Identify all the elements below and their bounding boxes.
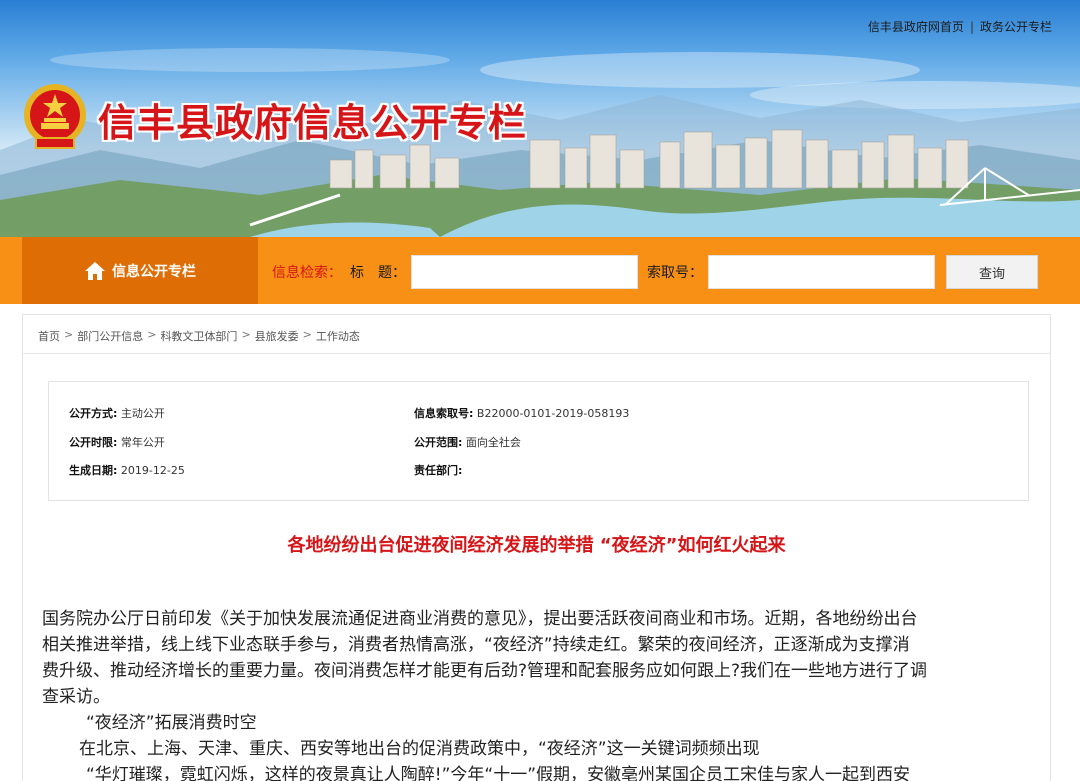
title-search-input[interactable] — [411, 255, 638, 289]
paragraph-line: 费升级、推动经济增长的重要力量。夜间消费怎样才能更有后劲?管理和配套服务应如何跟… — [42, 661, 928, 681]
paragraph-line: 相关推进举措，线上线下业态联手参与，消费者热情高涨，“夜经济”持续走红。繁荣的夜… — [42, 635, 910, 655]
breadcrumb-separator: > — [241, 328, 251, 341]
meta-disclosure-period: 公开时限: 常年公开 — [69, 436, 165, 449]
content-panel: 首页 > 部门公开信息 > 科教文卫体部门 > 县旅发委 > 工作动态 公开方式… — [22, 314, 1051, 781]
title-label: 标 题： — [350, 265, 406, 281]
national-emblem-icon — [24, 84, 86, 149]
breadcrumb-work-news[interactable]: 工作动态 — [316, 328, 360, 353]
paragraph-line: 查采访。 — [42, 687, 110, 707]
breadcrumb-separator: > — [302, 328, 312, 341]
breadcrumb: 首页 > 部门公开信息 > 科教文卫体部门 > 县旅发委 > 工作动态 — [23, 315, 1050, 354]
paragraph-line: 国务院办公厅日前印发《关于加快发展流通促进商业消费的意见》，提出要活跃夜间商业和… — [42, 609, 918, 629]
breadcrumb-home[interactable]: 首页 — [38, 328, 60, 353]
meta-date: 生成日期: 2019-12-25 — [69, 464, 185, 477]
navbar: 信息公开专栏 信息检索： 标 题： 索取号： 查询 — [0, 237, 1080, 304]
nav-home-tab[interactable]: 信息公开专栏 — [22, 237, 258, 304]
top-links: 信丰县政府网首页 | 政务公开专栏 — [868, 18, 1052, 35]
meta-disclosure-scope: 公开范围: 面向全社会 — [414, 436, 521, 449]
article-title: 各地纷纷出台促进夜间经济发展的举措 “夜经济”如何红火起来 — [287, 535, 786, 556]
top-link-separator: | — [969, 19, 974, 34]
breadcrumb-separator: > — [147, 328, 157, 341]
paragraph-line: 在北京、上海、天津、重庆、西安等地出台的促消费政策中，“夜经济”这一关键词频频出… — [79, 739, 760, 759]
breadcrumb-education-dept[interactable]: 科教文卫体部门 — [160, 328, 237, 353]
nav-home-label: 信息公开专栏 — [112, 263, 196, 280]
meta-index-no: 信息索取号: B22000-0101-2019-058193 — [414, 407, 630, 420]
meta-dept: 责任部门: — [414, 464, 463, 477]
site-title: 信丰县政府信息公开专栏 — [98, 101, 528, 145]
meta-disclosure-method: 公开方式: 主动公开 — [69, 407, 165, 420]
search-button[interactable]: 查询 — [946, 255, 1038, 289]
metadata-box: 公开方式: 主动公开 信息索取号: B22000-0101-2019-05819… — [48, 381, 1029, 501]
code-label: 索取号： — [647, 265, 703, 281]
home-icon — [85, 261, 105, 280]
code-search-input[interactable] — [708, 255, 935, 289]
breadcrumb-separator: > — [64, 328, 74, 341]
breadcrumb-tourism-committee[interactable]: 县旅发委 — [255, 328, 299, 353]
banner: 信丰县政府网首页 | 政务公开专栏 信丰县政府信息公开专栏 — [0, 0, 1080, 237]
breadcrumb-dept-info[interactable]: 部门公开信息 — [77, 328, 143, 353]
gov-home-link[interactable]: 信丰县政府网首页 — [868, 18, 964, 35]
paragraph-line: “华灯璀璨，霓虹闪烁，这样的夜景真让人陶醉!”今年“十一”假期，安徽亳州某国企员… — [86, 765, 911, 781]
search-section-label: 信息检索： — [272, 265, 342, 281]
article-body: 国务院办公厅日前印发《关于加快发展流通促进商业消费的意见》，提出要活跃夜间商业和… — [42, 606, 1032, 781]
article-subheading: “夜经济”拓展消费时空 — [86, 713, 257, 733]
gov-affairs-link[interactable]: 政务公开专栏 — [980, 18, 1052, 35]
